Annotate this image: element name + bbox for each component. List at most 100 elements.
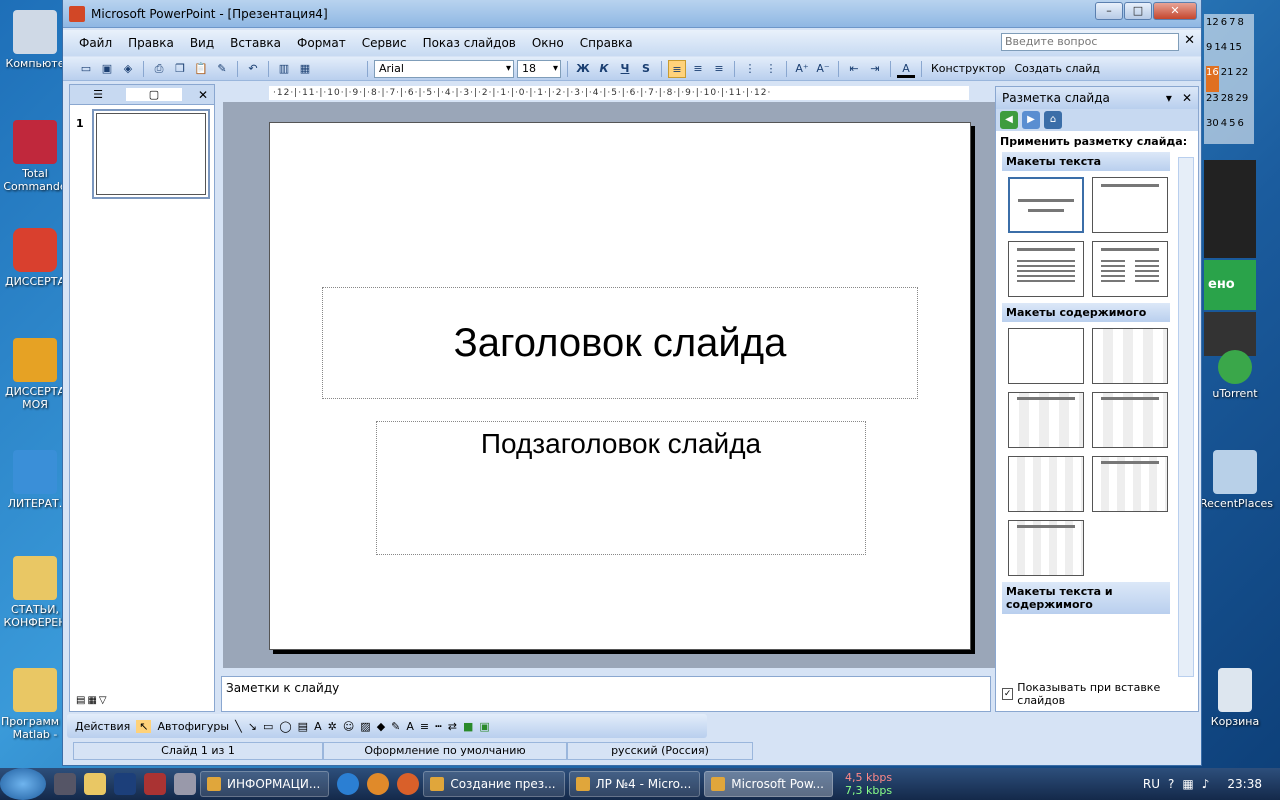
- layout-title-content[interactable]: [1008, 392, 1084, 448]
- slide-title-placeholder[interactable]: Заголовок слайда: [322, 287, 918, 399]
- network-icon[interactable]: ▦: [1182, 777, 1193, 791]
- menu-item-slideshow[interactable]: Показ слайдов: [415, 36, 524, 50]
- table-icon[interactable]: ▦: [296, 60, 314, 78]
- close-document-icon[interactable]: ✕: [1184, 33, 1195, 48]
- arrow-icon[interactable]: ↘: [248, 720, 257, 733]
- slide-thumbnail[interactable]: [92, 109, 210, 199]
- align-center-icon[interactable]: ≡: [689, 60, 707, 78]
- menu-item-file[interactable]: Файл: [71, 36, 120, 50]
- layout-title-four-content[interactable]: [1008, 456, 1084, 512]
- picture-icon[interactable]: ▨: [360, 720, 370, 733]
- underline-button[interactable]: Ч: [616, 60, 634, 78]
- firefox-icon[interactable]: [397, 773, 420, 795]
- menu-item-tools[interactable]: Сервис: [354, 36, 415, 50]
- select-pointer-icon[interactable]: ↖: [136, 719, 152, 733]
- layout-title-content-four[interactable]: [1092, 456, 1168, 512]
- menu-item-window[interactable]: Окно: [524, 36, 572, 50]
- desktop-icon-dissertation-mine[interactable]: ДИССЕРТА МОЯ: [0, 338, 70, 411]
- layout-title-slide[interactable]: [1008, 177, 1084, 233]
- taskbar-item-info[interactable]: ИНФОРМАЦИ...: [200, 771, 330, 797]
- line-icon[interactable]: ╲: [235, 720, 242, 733]
- 3d-icon[interactable]: ▣: [479, 720, 489, 733]
- line-color-icon[interactable]: ✎: [391, 720, 400, 733]
- ask-question-input[interactable]: Введите вопрос: [1001, 33, 1179, 51]
- slide-subtitle-placeholder[interactable]: Подзаголовок слайда: [376, 421, 866, 555]
- desktop-icon-utorrent[interactable]: uTorrent: [1200, 350, 1270, 400]
- increase-indent-icon[interactable]: ⇥: [866, 60, 884, 78]
- quicklaunch-icon-media[interactable]: [144, 773, 166, 795]
- new-slide-button[interactable]: Создать слайд: [1011, 62, 1103, 75]
- layout-title-two-content[interactable]: [1092, 392, 1168, 448]
- shadow-icon[interactable]: ■: [463, 720, 473, 733]
- taskbar-item-word[interactable]: ЛР №4 - Micro...: [568, 771, 701, 797]
- slideshow-view-icon[interactable]: ▽: [99, 695, 107, 706]
- back-icon[interactable]: ◀: [1000, 111, 1018, 129]
- outline-tab-icon[interactable]: ☰: [70, 88, 126, 101]
- sorter-view-icon[interactable]: ▦: [87, 695, 96, 706]
- save-icon[interactable]: ▣: [98, 60, 116, 78]
- desktop-icon-dissertation[interactable]: ДИССЕРТА: [0, 228, 70, 288]
- permission-icon[interactable]: ◈: [119, 60, 137, 78]
- taskbar-item-opera[interactable]: Создание през...: [423, 771, 565, 797]
- layout-two-column-text[interactable]: [1092, 241, 1168, 297]
- undo-icon[interactable]: ↶: [244, 60, 262, 78]
- ie-icon[interactable]: [337, 773, 360, 795]
- close-icon[interactable]: ✕: [1182, 91, 1192, 105]
- show-on-insert-checkbox[interactable]: ✓: [1002, 688, 1014, 700]
- desktop-icon-matlab[interactable]: Программ в Matlab -: [0, 668, 70, 741]
- desktop-icon-literature[interactable]: ЛИТЕРАТ.: [0, 450, 70, 510]
- calculator-icon[interactable]: [174, 773, 196, 795]
- designer-button[interactable]: Конструктор: [928, 62, 1008, 75]
- pane-close-icon[interactable]: ✕: [198, 88, 208, 102]
- volume-icon[interactable]: ♪: [1202, 777, 1210, 791]
- arrow-style-icon[interactable]: ⇄: [448, 720, 457, 733]
- font-color-icon[interactable]: A: [897, 60, 915, 78]
- font-size-select[interactable]: 18: [517, 59, 561, 78]
- align-right-icon[interactable]: ≡: [710, 60, 728, 78]
- desktop-icon-articles[interactable]: СТАТЬИ, КОНФЕРЕН: [0, 556, 70, 629]
- menu-item-help[interactable]: Справка: [572, 36, 641, 50]
- rectangle-icon[interactable]: ▭: [263, 720, 273, 733]
- print-icon[interactable]: ⎙: [150, 60, 168, 78]
- layout-blank[interactable]: [1008, 328, 1084, 384]
- font-name-select[interactable]: Arial: [374, 59, 514, 78]
- decrease-indent-icon[interactable]: ⇤: [845, 60, 863, 78]
- quicklaunch-icon-folder[interactable]: [84, 773, 106, 795]
- oval-icon[interactable]: ◯: [279, 720, 291, 733]
- taskbar-item-powerpoint[interactable]: Microsoft Pow...: [704, 771, 833, 797]
- layout-content[interactable]: [1092, 328, 1168, 384]
- home-icon[interactable]: ⌂: [1044, 111, 1062, 129]
- forward-icon[interactable]: ▶: [1022, 111, 1040, 129]
- chart-icon[interactable]: ▥: [275, 60, 293, 78]
- shadow-button[interactable]: S: [637, 60, 655, 78]
- minimize-button[interactable]: –: [1095, 2, 1123, 20]
- actions-menu[interactable]: Действия: [75, 720, 130, 733]
- start-button[interactable]: [0, 768, 46, 800]
- slides-tab-icon[interactable]: ▢: [126, 88, 182, 101]
- layout-title-text[interactable]: [1008, 241, 1084, 297]
- increase-font-icon[interactable]: A⁺: [793, 60, 811, 78]
- slide[interactable]: Заголовок слайда Подзаголовок слайда: [269, 122, 971, 650]
- menu-item-view[interactable]: Вид: [182, 36, 222, 50]
- photoshop-icon[interactable]: [114, 773, 136, 795]
- horizontal-ruler[interactable]: ·12·|·11·|·10·|·9·|·8·|·7·|·6·|·5·|·4·|·…: [269, 86, 969, 100]
- quicklaunch-icon-m[interactable]: [54, 773, 76, 795]
- new-icon[interactable]: ▭: [77, 60, 95, 78]
- menu-item-format[interactable]: Формат: [289, 36, 354, 50]
- mail-icon[interactable]: [367, 773, 390, 795]
- desktop-icon-computer[interactable]: Компьюте: [0, 10, 70, 70]
- format-painter-icon[interactable]: ✎: [213, 60, 231, 78]
- textbox-icon[interactable]: ▤: [298, 720, 308, 733]
- menu-item-edit[interactable]: Правка: [120, 36, 182, 50]
- paste-icon[interactable]: 📋: [192, 60, 210, 78]
- font-color-icon[interactable]: A: [406, 720, 414, 733]
- help-icon[interactable]: ?: [1168, 777, 1174, 791]
- chevron-down-icon[interactable]: ▾: [1166, 91, 1172, 105]
- autoshapes-menu[interactable]: Автофигуры: [157, 720, 229, 733]
- clock[interactable]: 23:38: [1227, 777, 1262, 791]
- menu-item-insert[interactable]: Вставка: [222, 36, 289, 50]
- decrease-font-icon[interactable]: A⁻: [814, 60, 832, 78]
- bold-button[interactable]: Ж: [574, 60, 592, 78]
- line-style-icon[interactable]: ≡: [420, 720, 429, 733]
- layout-title-only[interactable]: [1092, 177, 1168, 233]
